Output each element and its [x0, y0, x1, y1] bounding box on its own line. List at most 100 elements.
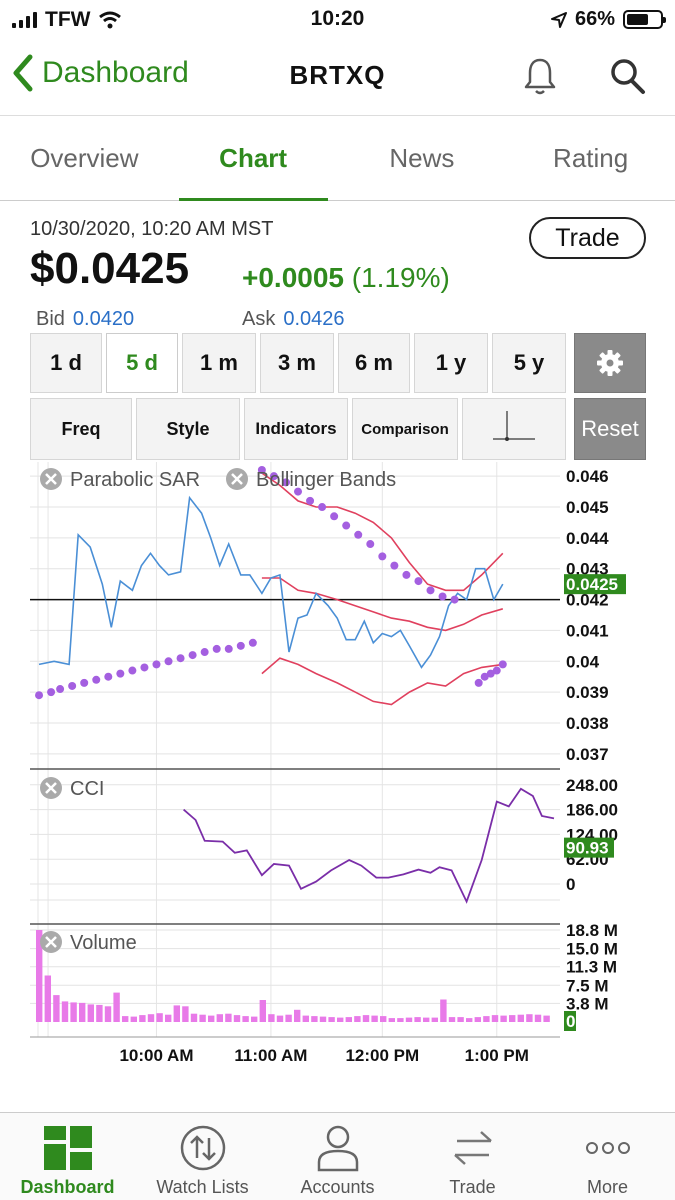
price-axis-tick: 0.04: [566, 652, 600, 671]
legend-parabolic-sar[interactable]: Parabolic SAR: [40, 468, 200, 491]
bell-icon[interactable]: [522, 56, 558, 96]
volume-bar: [122, 1016, 129, 1022]
volume-bar: [509, 1015, 516, 1022]
stock-chart[interactable]: 0.0460.0450.0440.0430.0420.0410.040.0390…: [0, 462, 675, 1072]
volume-bar: [500, 1015, 507, 1022]
volume-axis-tick: 15.0 M: [566, 940, 618, 959]
sar-point: [128, 666, 137, 675]
sar-point: [306, 496, 315, 505]
sar-point: [212, 644, 221, 653]
bid-label: Bid: [36, 308, 65, 330]
swap-arrows-icon: [453, 1131, 492, 1165]
bottom-tab-dashboard[interactable]: Dashboard: [0, 1113, 135, 1200]
settings-button[interactable]: [574, 333, 646, 393]
volume-bar: [474, 1017, 481, 1022]
time-axis-tick: 10:00 AM: [119, 1046, 193, 1065]
volume-bar: [165, 1014, 172, 1022]
reset-button[interactable]: Reset: [574, 398, 646, 460]
sar-point: [366, 540, 375, 549]
volume-bar: [113, 992, 120, 1022]
sar-point: [342, 521, 351, 530]
volume-bar: [294, 1009, 301, 1022]
comparison-button[interactable]: Comparison: [352, 398, 458, 460]
tab-overview[interactable]: Overview: [0, 117, 169, 200]
volume-bar: [285, 1014, 292, 1022]
section-tabs: Overview Chart News Rating: [0, 117, 675, 201]
legend-bollinger[interactable]: Bollinger Bands: [226, 468, 396, 491]
ask-value: 0.0426: [283, 308, 345, 330]
bottom-tab-more[interactable]: More: [540, 1113, 675, 1200]
sar-point: [200, 648, 209, 657]
sar-point: [116, 669, 125, 678]
crosshair-button[interactable]: [462, 398, 566, 460]
price-axis-tick: 0.046: [566, 467, 609, 486]
volume-bar: [225, 1013, 232, 1022]
volume-bar: [87, 1004, 94, 1022]
price-axis-tick: 0.041: [566, 621, 609, 640]
cci-axis-tick: 248.00: [566, 776, 618, 795]
cci-axis-tick: 0: [566, 875, 575, 894]
bottom-tab-trade[interactable]: Trade: [405, 1113, 540, 1200]
volume-bar: [130, 1016, 137, 1022]
indicators-button[interactable]: Indicators: [244, 398, 348, 460]
range-3m[interactable]: 3 m: [260, 333, 334, 393]
sar-point: [140, 663, 149, 672]
volume-bar: [216, 1014, 223, 1022]
volume-bar: [259, 1000, 266, 1022]
range-1m[interactable]: 1 m: [182, 333, 256, 393]
volume-bar: [199, 1014, 206, 1022]
sar-point: [318, 503, 327, 512]
volume-bar: [423, 1017, 430, 1022]
bottom-tab-label: More: [586, 1177, 628, 1197]
change-value: +0.0005: [242, 262, 344, 293]
legend-sar-label: Parabolic SAR: [70, 469, 200, 491]
volume-bar: [517, 1014, 524, 1022]
tab-rating[interactable]: Rating: [506, 117, 675, 200]
sar-point: [390, 561, 399, 570]
range-5d[interactable]: 5 d: [106, 333, 178, 393]
legend-volume[interactable]: Volume: [40, 931, 137, 954]
bottom-tab-label: Watch Lists: [156, 1177, 249, 1197]
volume-bar: [44, 975, 51, 1022]
volume-bar: [242, 1016, 249, 1022]
price-axis-tick: 0.038: [566, 714, 609, 733]
sar-point: [35, 691, 44, 700]
sar-point: [330, 512, 339, 521]
volume-bar: [208, 1015, 215, 1022]
volume-axis-tick: 7.5 M: [566, 976, 609, 995]
tab-news[interactable]: News: [338, 117, 507, 200]
volume-bar: [96, 1004, 103, 1022]
quote-change: +0.0005 (1.19%): [242, 262, 450, 294]
volume-bar: [362, 1015, 370, 1022]
tab-chart[interactable]: Chart: [169, 117, 338, 201]
sar-point: [378, 552, 387, 561]
bottom-tab-label: Trade: [449, 1177, 496, 1197]
freq-button[interactable]: Freq: [30, 398, 132, 460]
range-1d[interactable]: 1 d: [30, 333, 102, 393]
volume-bar: [311, 1016, 318, 1022]
range-1y[interactable]: 1 y: [414, 333, 488, 393]
status-bar: TFW 10:20 66%: [0, 0, 675, 40]
volume-axis-tick: 11.3 M: [566, 958, 617, 977]
bottom-tab-watch-lists[interactable]: Watch Lists: [135, 1113, 270, 1200]
volume-bar: [79, 1002, 86, 1022]
sar-point: [236, 641, 245, 650]
sar-point: [68, 681, 77, 690]
search-icon[interactable]: [609, 56, 647, 96]
crosshair-icon: [493, 411, 535, 441]
range-5y[interactable]: 5 y: [492, 333, 566, 393]
range-6m[interactable]: 6 m: [338, 333, 410, 393]
change-percent: (1.19%): [351, 262, 450, 293]
volume-last-label: 0: [566, 1012, 575, 1031]
volume-bar: [61, 1001, 69, 1022]
grid-icon: [43, 1126, 92, 1170]
style-button[interactable]: Style: [136, 398, 240, 460]
volume-bar: [526, 1014, 533, 1022]
page-title: BRTXQ: [289, 60, 386, 90]
volume-bar: [182, 1006, 189, 1022]
trade-button[interactable]: Trade: [529, 217, 646, 259]
bid: Bid 0.0420: [36, 308, 134, 331]
bottom-tab-accounts[interactable]: Accounts: [270, 1113, 405, 1200]
battery-icon: [623, 10, 666, 29]
legend-cci[interactable]: CCI: [40, 777, 104, 800]
